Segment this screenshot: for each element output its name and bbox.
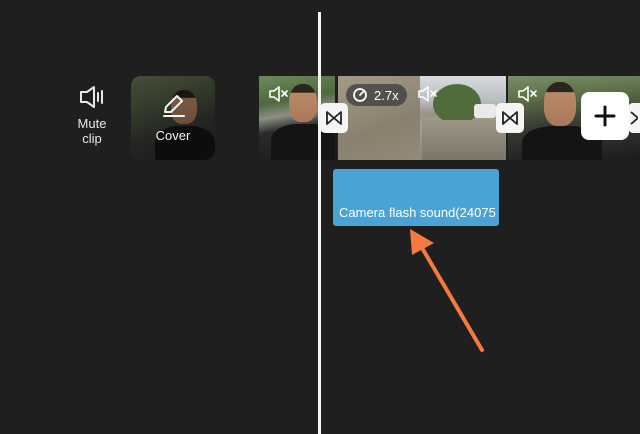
cover-label: Cover — [155, 128, 191, 143]
edit-pencil-icon — [163, 95, 185, 117]
muted-speaker-icon — [269, 86, 288, 102]
speed-badge: 2.7x — [346, 84, 407, 106]
transition-button[interactable] — [320, 103, 348, 133]
audio-clip-label: Camera flash sound(24075 — [339, 205, 496, 220]
annotation-arrow — [410, 229, 484, 352]
speaker-icon — [80, 86, 103, 108]
bowtie-transition-icon — [630, 111, 638, 125]
add-clip-button[interactable] — [581, 92, 629, 140]
muted-speaker-icon — [418, 86, 437, 102]
muted-speaker-icon — [518, 86, 537, 102]
mute-clip-button[interactable]: Mute clip — [66, 84, 118, 154]
plus-icon — [594, 105, 616, 127]
bowtie-transition-icon — [502, 111, 518, 125]
speed-gauge-icon — [353, 88, 367, 102]
playhead[interactable] — [318, 12, 321, 434]
mute-clip-label-line2: clip — [82, 131, 102, 146]
mute-clip-label-line1: Mute — [77, 116, 107, 131]
transition-button[interactable] — [628, 103, 640, 133]
cover-button[interactable]: Cover — [131, 76, 215, 160]
bowtie-transition-icon — [326, 111, 342, 125]
transition-button[interactable] — [496, 103, 524, 133]
audio-clip[interactable]: Camera flash sound(24075 — [333, 169, 499, 226]
speed-value: 2.7x — [374, 87, 399, 103]
